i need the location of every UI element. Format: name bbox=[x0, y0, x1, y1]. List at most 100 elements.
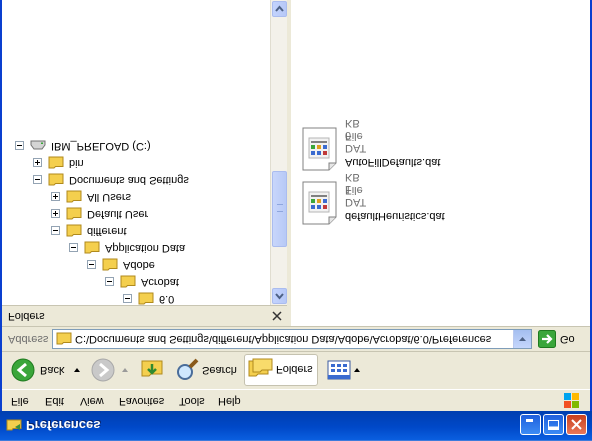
chevron-up-icon bbox=[275, 293, 284, 300]
file-list: AutoFillDefaults.dat DAT File 0 KB defau… bbox=[291, 0, 592, 326]
address-path: C:\Documents and Settings\different\Appl… bbox=[75, 333, 492, 345]
close-icon bbox=[571, 419, 582, 430]
expand-icon[interactable] bbox=[33, 158, 42, 167]
tree-item[interactable]: All Users bbox=[0, 188, 270, 205]
minimize-icon bbox=[526, 419, 533, 422]
folder-icon bbox=[66, 190, 82, 204]
tree-item-label: different bbox=[87, 225, 127, 237]
tree-item-label: 6.0 bbox=[159, 293, 175, 305]
standard-toolbar: Back Search Folders bbox=[0, 351, 592, 389]
scroll-up-button[interactable] bbox=[272, 288, 287, 304]
search-label: Search bbox=[202, 364, 237, 376]
address-dropdown-button[interactable] bbox=[513, 330, 531, 348]
tree-item[interactable]: IBM_PRELOAD (C:) bbox=[0, 137, 270, 154]
collapse-icon[interactable] bbox=[123, 294, 132, 303]
chevron-down-icon bbox=[74, 368, 80, 372]
chevron-down-icon bbox=[275, 5, 284, 12]
tree-item[interactable]: Default User bbox=[0, 205, 270, 222]
window-frame-left bbox=[0, 0, 2, 411]
collapse-icon[interactable] bbox=[87, 260, 96, 269]
folders-pane-title: Folders bbox=[8, 310, 45, 322]
hard-drive-icon bbox=[30, 139, 46, 153]
maximize-icon bbox=[548, 420, 559, 430]
file-size: 1 KB bbox=[345, 171, 360, 195]
forward-arrow-icon bbox=[91, 358, 115, 382]
scroll-thumb[interactable] bbox=[272, 171, 287, 247]
close-button[interactable] bbox=[566, 414, 587, 435]
close-icon[interactable] bbox=[270, 309, 284, 323]
search-button[interactable]: Search bbox=[172, 354, 242, 386]
tree-item-label: Documents and Settings bbox=[69, 174, 189, 186]
folder-icon bbox=[6, 419, 22, 431]
collapse-icon[interactable] bbox=[33, 175, 42, 184]
folder-icon bbox=[66, 207, 82, 221]
explorer-window: Preferences File Edit View Favorites Too… bbox=[0, 0, 592, 441]
views-button[interactable] bbox=[324, 354, 362, 386]
menu-bar: File Edit View Favorites Tools Help bbox=[0, 389, 592, 411]
file-name: defaultHeuristics.dat bbox=[345, 210, 445, 222]
collapse-icon[interactable] bbox=[51, 226, 60, 235]
expand-icon[interactable] bbox=[51, 209, 60, 218]
menu-favorites[interactable]: Favorites bbox=[119, 395, 164, 407]
collapse-icon[interactable] bbox=[69, 243, 78, 252]
menu-tools[interactable]: Tools bbox=[179, 395, 205, 407]
up-folder-icon bbox=[141, 360, 163, 377]
title-bar[interactable]: Preferences bbox=[0, 411, 592, 441]
file-name: AutoFillDefaults.dat bbox=[345, 156, 441, 168]
window-title: Preferences bbox=[26, 418, 101, 433]
menu-edit[interactable]: Edit bbox=[45, 395, 64, 407]
tree-item[interactable]: 6.0 bbox=[0, 290, 270, 305]
collapse-icon[interactable] bbox=[105, 277, 114, 286]
tree-item-label: IBM_PRELOAD (C:) bbox=[51, 140, 151, 152]
chevron-down-icon bbox=[122, 368, 128, 372]
go-arrow-icon bbox=[538, 330, 556, 348]
scroll-down-button[interactable] bbox=[272, 1, 287, 17]
address-input[interactable]: C:\Documents and Settings\different\Appl… bbox=[52, 329, 532, 349]
folder-icon bbox=[102, 258, 118, 272]
tree-item-label: All Users bbox=[87, 191, 132, 203]
back-button[interactable]: Back bbox=[8, 354, 83, 386]
dat-file-icon bbox=[302, 127, 337, 171]
collapse-icon[interactable] bbox=[15, 141, 24, 150]
tree-scrollbar[interactable] bbox=[270, 0, 287, 305]
views-icon bbox=[327, 360, 351, 380]
back-label: Back bbox=[40, 364, 65, 376]
menu-help[interactable]: Help bbox=[218, 395, 241, 407]
tree-item[interactable]: different bbox=[0, 222, 270, 239]
tree-item[interactable]: Documents and Settings bbox=[0, 171, 270, 188]
folder-icon bbox=[66, 224, 82, 238]
folder-icon bbox=[48, 173, 64, 187]
windows-logo-icon bbox=[564, 393, 579, 408]
go-button[interactable]: Go bbox=[538, 328, 588, 348]
tree-item-label: Default User bbox=[87, 208, 149, 220]
folders-button[interactable]: Folders bbox=[244, 354, 318, 386]
dat-file-icon bbox=[302, 181, 337, 225]
maximize-button[interactable] bbox=[543, 414, 564, 435]
back-arrow-icon bbox=[11, 358, 35, 382]
chevron-down-icon bbox=[354, 368, 360, 372]
folder-icon bbox=[56, 332, 72, 345]
address-bar: Address C:\Documents and Settings\differ… bbox=[0, 326, 592, 351]
search-icon bbox=[177, 358, 199, 380]
menu-view[interactable]: View bbox=[80, 395, 104, 407]
scroll-grip bbox=[277, 204, 283, 212]
folder-icon bbox=[84, 241, 100, 255]
folder-icon bbox=[138, 292, 154, 305]
up-folder-button[interactable] bbox=[138, 354, 166, 386]
go-label: Go bbox=[560, 333, 575, 345]
folder-icon bbox=[48, 156, 64, 170]
forward-button[interactable] bbox=[88, 354, 133, 386]
tree-item[interactable]: Application Data bbox=[0, 239, 270, 256]
tree-item[interactable]: Adobe bbox=[0, 256, 270, 273]
tree-item-label: Adobe bbox=[123, 259, 155, 271]
address-label: Address bbox=[8, 333, 49, 345]
folders-pane-header: Folders bbox=[0, 305, 288, 326]
folder-tree: IBM_PRELOAD (C:) bin Documents and Setting… bbox=[0, 0, 270, 305]
minimize-button[interactable] bbox=[520, 414, 541, 435]
tree-item[interactable]: bin bbox=[0, 154, 270, 171]
folders-icon bbox=[248, 358, 273, 377]
tree-item[interactable]: Acrobat bbox=[0, 273, 270, 290]
menu-file[interactable]: File bbox=[11, 395, 29, 407]
tree-item-label: Application Data bbox=[105, 242, 186, 254]
expand-icon[interactable] bbox=[51, 192, 60, 201]
